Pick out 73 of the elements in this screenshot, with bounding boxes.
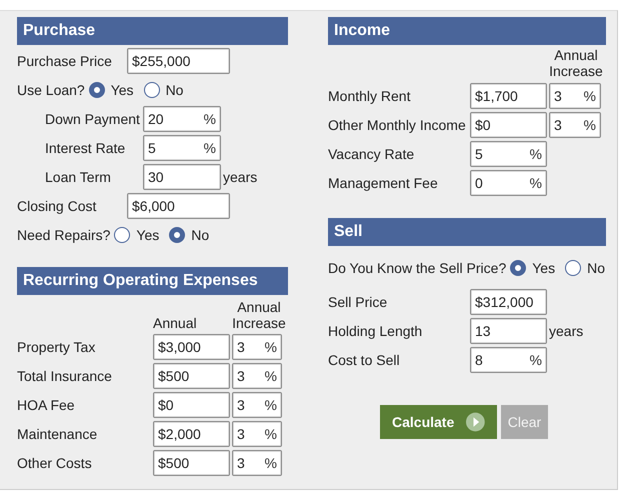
radio-option[interactable]: Yes bbox=[114, 227, 160, 243]
field-label: Monthly Rent bbox=[328, 88, 412, 104]
field-label: HOA Fee bbox=[17, 397, 76, 413]
unit-label: % bbox=[530, 175, 542, 191]
input-field[interactable]: 3 % bbox=[232, 450, 282, 476]
input-field[interactable]: $0 bbox=[153, 392, 230, 418]
input-field[interactable]: 13 bbox=[470, 318, 547, 344]
field-label: Cost to Sell bbox=[328, 352, 401, 368]
unit-label: years bbox=[223, 169, 258, 185]
field-label: Total Insurance bbox=[17, 368, 113, 384]
column-header: Annual bbox=[153, 315, 198, 331]
input-field[interactable]: $0 bbox=[470, 112, 547, 138]
section-header: Sell bbox=[328, 218, 606, 246]
field-label: Down Payment bbox=[45, 111, 141, 127]
unit-label: % bbox=[204, 111, 216, 127]
field-label: Property Tax bbox=[17, 339, 96, 355]
input-field[interactable]: 3 % bbox=[232, 363, 282, 389]
unit-label: % bbox=[530, 146, 542, 162]
unit-label: % bbox=[530, 352, 542, 368]
field-label: Vacancy Rate bbox=[328, 146, 416, 162]
input-field[interactable]: 8 % bbox=[470, 347, 547, 373]
input-field[interactable]: $6,000 bbox=[127, 193, 230, 219]
unit-label: % bbox=[264, 339, 277, 355]
unit-label: % bbox=[264, 397, 277, 413]
input-field[interactable]: $500 bbox=[153, 450, 230, 476]
section-header: Purchase bbox=[17, 17, 288, 45]
section-header: Recurring Operating Expenses bbox=[17, 267, 288, 295]
input-field[interactable]: 3 % bbox=[232, 392, 282, 418]
field-label: Loan Term bbox=[45, 169, 112, 185]
field-label: Closing Cost bbox=[17, 198, 98, 214]
input-field[interactable]: $500 bbox=[153, 363, 230, 389]
question-label: Need Repairs? bbox=[17, 227, 110, 243]
input-field[interactable]: 3 % bbox=[549, 112, 601, 138]
input-field[interactable]: 3 % bbox=[232, 334, 282, 360]
radio-option[interactable]: No bbox=[169, 227, 210, 243]
unit-label: % bbox=[204, 140, 216, 156]
radio-option[interactable]: No bbox=[144, 82, 184, 98]
input-field[interactable]: 3 % bbox=[232, 421, 282, 447]
unit-label: % bbox=[264, 455, 277, 471]
field-label: Other Costs bbox=[17, 455, 93, 471]
unit-label: % bbox=[584, 117, 596, 133]
input-field[interactable]: 0 % bbox=[470, 170, 547, 196]
input-field[interactable]: $255,000 bbox=[127, 48, 230, 74]
play-icon bbox=[466, 412, 485, 432]
unit-label: years bbox=[549, 323, 584, 339]
column-header: Annual Increase bbox=[232, 299, 286, 331]
field-label: Management Fee bbox=[328, 175, 439, 191]
field-label: Sell Price bbox=[328, 294, 388, 310]
field-label: Other Monthly Income bbox=[328, 117, 467, 133]
question-label: Use Loan? bbox=[17, 82, 85, 98]
radio-option[interactable]: Yes bbox=[510, 260, 556, 276]
field-label: Holding Length bbox=[328, 323, 424, 339]
input-field[interactable]: $312,000 bbox=[470, 289, 547, 315]
input-field[interactable]: 20 % bbox=[143, 106, 221, 132]
field-label: Interest Rate bbox=[45, 140, 126, 156]
unit-label: % bbox=[264, 368, 277, 384]
radio-option[interactable]: Yes bbox=[88, 82, 134, 98]
input-field[interactable]: $2,000 bbox=[153, 421, 230, 447]
calculate-button[interactable]: Calculate bbox=[380, 405, 497, 439]
unit-label: % bbox=[584, 88, 596, 104]
input-field[interactable]: 5 % bbox=[143, 135, 221, 161]
input-field[interactable]: $3,000 bbox=[153, 334, 230, 360]
unit-label: % bbox=[264, 426, 277, 442]
section-header: Income bbox=[328, 17, 606, 45]
field-label: Maintenance bbox=[17, 426, 98, 442]
input-field[interactable]: $1,700 bbox=[470, 83, 547, 109]
radio-option[interactable]: No bbox=[565, 260, 605, 276]
question-label: Do You Know the Sell Price? bbox=[328, 260, 506, 276]
field-label: Purchase Price bbox=[17, 53, 113, 69]
input-field[interactable]: 3 % bbox=[549, 83, 601, 109]
input-field[interactable]: 30 bbox=[143, 164, 221, 190]
column-header: Annual Increase bbox=[549, 47, 603, 79]
input-field[interactable]: 5 % bbox=[470, 141, 547, 167]
